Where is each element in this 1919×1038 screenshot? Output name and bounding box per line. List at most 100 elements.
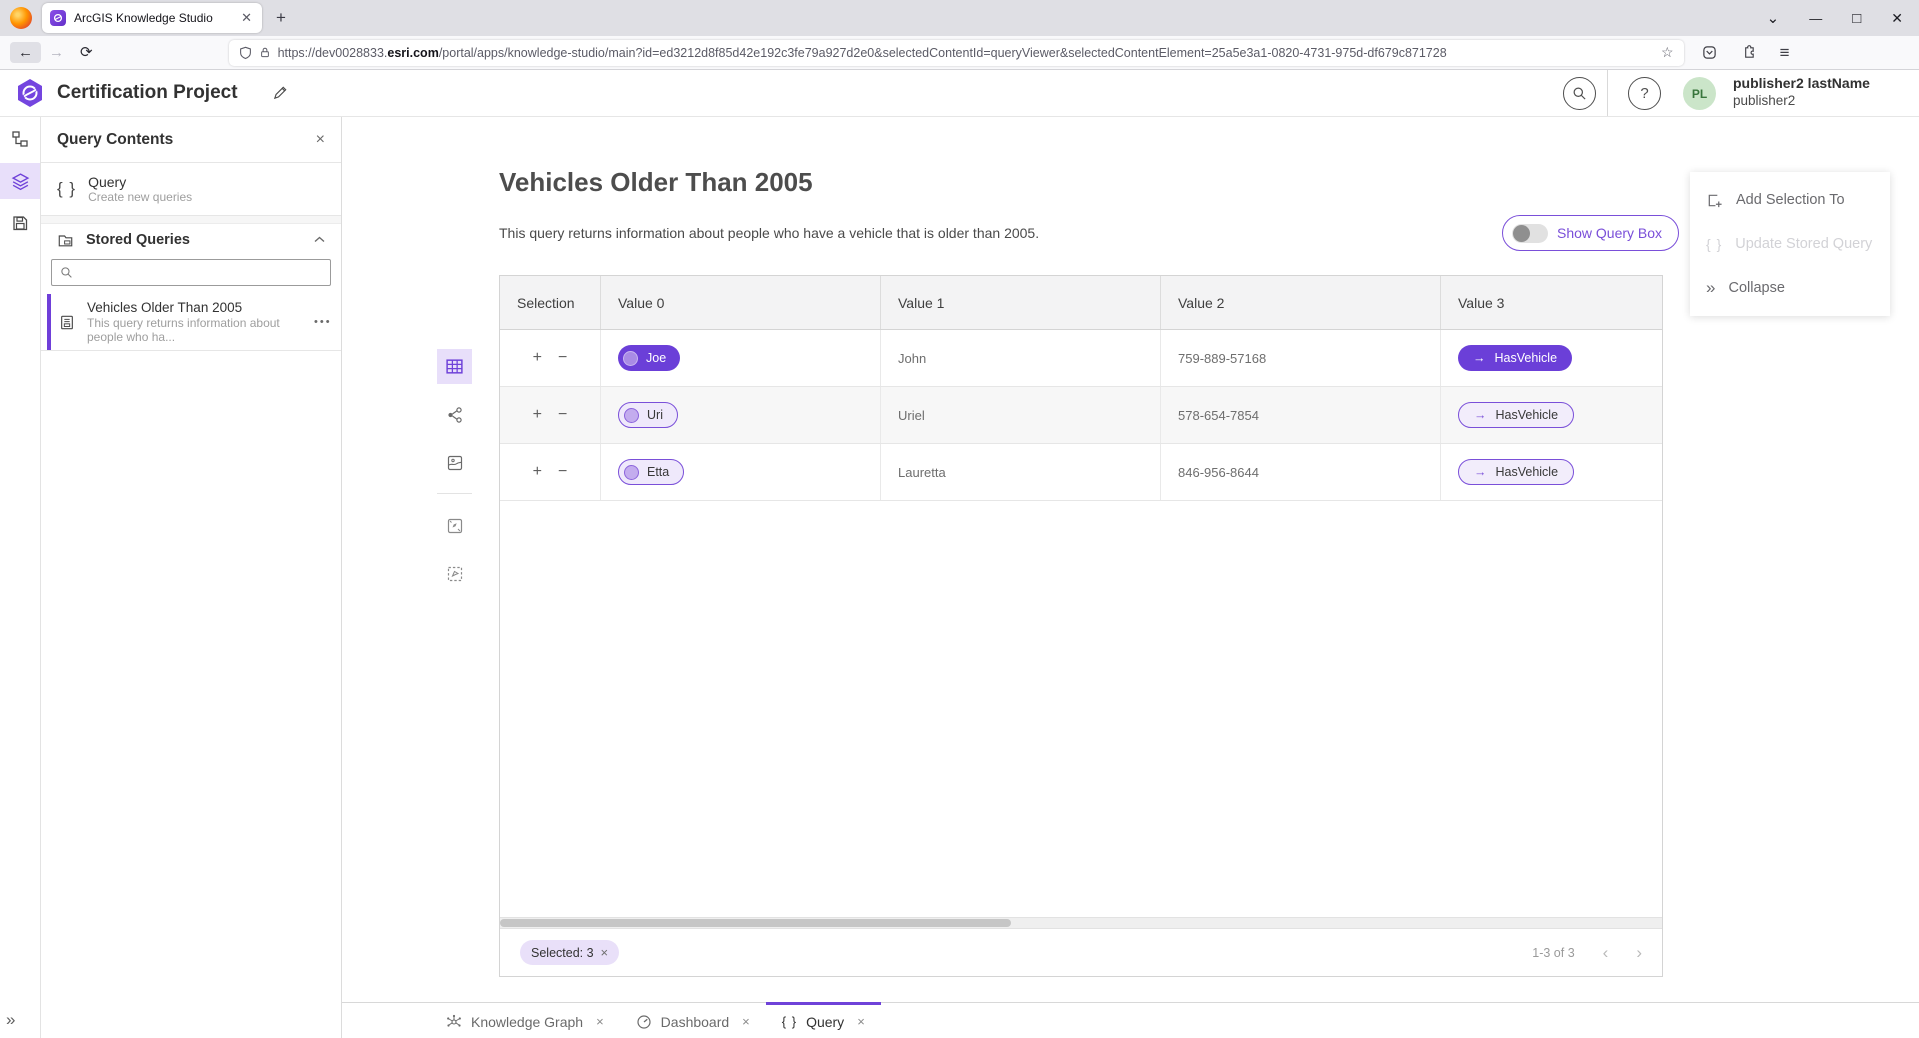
shield-icon[interactable] (239, 46, 252, 60)
tab-label: Dashboard (661, 1014, 730, 1030)
expand-rail-icon[interactable]: » (6, 1010, 15, 1030)
view-tabbar: Knowledge Graph × Dashboard × { } Query … (342, 1002, 1919, 1038)
table-header-row: Selection Value 0 Value 1 Value 2 Value … (500, 276, 1662, 330)
map-view-button[interactable] (437, 445, 472, 480)
help-button[interactable]: ? (1628, 77, 1661, 110)
toggle-switch[interactable] (1512, 224, 1548, 243)
lock-icon[interactable] (259, 46, 271, 59)
new-map-view-button[interactable] (437, 508, 472, 543)
relationship-pill[interactable]: →HasVehicle (1458, 402, 1574, 428)
maximize-icon[interactable]: □ (1852, 10, 1861, 27)
browser-toolbar: ← → ⟳ https://dev0028833.esri.com/portal… (0, 36, 1919, 70)
ellipsis-menu-icon[interactable]: ••• (314, 316, 332, 328)
braces-icon: { } (1706, 236, 1722, 252)
cell-value: 578-654-7854 (1161, 387, 1441, 443)
user-name: publisher2 lastName (1733, 75, 1870, 92)
cell-value: 759-889-57168 (1161, 330, 1441, 386)
tab-knowledge-graph[interactable]: Knowledge Graph × (430, 1002, 620, 1038)
relationship-pill[interactable]: →HasVehicle (1458, 345, 1572, 371)
tab-close-icon[interactable]: × (596, 1014, 604, 1029)
user-menu[interactable]: publisher2 lastName publisher2 (1733, 75, 1870, 109)
stored-queries-header[interactable]: Stored Queries (41, 224, 341, 255)
stored-query-description: This query returns information about peo… (87, 316, 302, 344)
add-to-selection-icon[interactable]: + (533, 407, 542, 423)
entity-pill[interactable]: Etta (618, 459, 684, 485)
window-close-icon[interactable]: ✕ (1891, 10, 1903, 27)
arrow-right-icon: → (1474, 465, 1487, 479)
scrollbar-thumb[interactable] (500, 919, 1011, 927)
column-header: Selection (500, 276, 601, 329)
show-query-box-label: Show Query Box (1557, 225, 1662, 241)
menu-item-add-selection-to[interactable]: Add Selection To (1690, 178, 1890, 222)
hamburger-menu-icon[interactable]: ≡ (1780, 43, 1790, 63)
list-tabs-icon[interactable]: ⌄ (1767, 9, 1780, 27)
page-title: Vehicles Older Than 2005 (499, 167, 813, 198)
tab-close-icon[interactable]: × (742, 1014, 750, 1029)
pagination-label: 1-3 of 3 (1532, 946, 1574, 960)
forward-button[interactable]: → (41, 42, 72, 63)
tab-close-icon[interactable]: × (857, 1014, 865, 1029)
previous-page-icon[interactable]: ‹ (1603, 944, 1609, 961)
bookmark-star-icon[interactable]: ☆ (1661, 44, 1674, 61)
section-gap (41, 216, 341, 224)
reload-button[interactable]: ⟳ (72, 42, 101, 63)
braces-icon: { } (782, 1014, 797, 1029)
pocket-icon[interactable] (1702, 45, 1717, 60)
add-to-selection-icon[interactable]: + (533, 464, 542, 480)
search-input[interactable] (79, 266, 322, 280)
next-page-icon[interactable]: › (1636, 944, 1642, 961)
edit-title-icon[interactable] (272, 84, 289, 101)
show-query-box-toggle[interactable]: Show Query Box (1502, 215, 1679, 251)
tab-dashboard[interactable]: Dashboard × (620, 1002, 766, 1038)
arcgis-app-icon (50, 10, 66, 26)
new-tab-button[interactable]: + (276, 8, 286, 28)
stored-queries-title: Stored Queries (86, 232, 302, 248)
query-item-title: Query (88, 174, 192, 190)
relationship-pill[interactable]: →HasVehicle (1458, 459, 1574, 485)
panel-close-icon[interactable]: × (316, 131, 325, 149)
user-avatar[interactable]: PL (1683, 77, 1716, 110)
menu-item-update-stored-query: { } Update Stored Query (1690, 222, 1890, 266)
menu-item-collapse[interactable]: » Collapse (1690, 266, 1890, 310)
stored-queries-search[interactable] (51, 259, 331, 286)
tab-label: Knowledge Graph (471, 1014, 583, 1030)
link-chart-view-button[interactable] (437, 397, 472, 432)
table-view-button[interactable] (437, 349, 472, 384)
back-button[interactable]: ← (10, 42, 41, 63)
url-bar[interactable]: https://dev0028833.esri.com/portal/apps/… (229, 40, 1684, 66)
browser-tab-title: ArcGIS Knowledge Studio (74, 11, 231, 25)
sidebar-item-contents-layers[interactable] (0, 163, 40, 199)
clear-selection-icon[interactable]: × (601, 945, 609, 960)
firefox-icon[interactable] (10, 7, 32, 29)
entity-pill[interactable]: Uri (618, 402, 678, 428)
tab-label: Query (806, 1014, 844, 1030)
tab-close-icon[interactable]: ✕ (239, 10, 254, 26)
extensions-puzzle-icon[interactable] (1741, 45, 1756, 60)
entity-dot-icon (624, 465, 639, 480)
header-search-button[interactable] (1563, 77, 1596, 110)
remove-from-selection-icon[interactable]: − (558, 407, 567, 423)
column-header: Value 1 (881, 276, 1161, 329)
arrow-right-icon: → (1473, 351, 1486, 365)
url-text[interactable]: https://dev0028833.esri.com/portal/apps/… (278, 46, 1654, 60)
add-to-selection-icon[interactable]: + (533, 350, 542, 366)
tab-query[interactable]: { } Query × (766, 1002, 881, 1038)
query-item-subtitle: Create new queries (88, 190, 192, 205)
selected-count-chip[interactable]: Selected: 3 × (520, 940, 619, 965)
braces-icon: { } (57, 179, 76, 199)
browser-tab[interactable]: ArcGIS Knowledge Studio ✕ (42, 3, 262, 33)
minimize-icon[interactable]: — (1809, 11, 1822, 26)
selection-tool-button[interactable] (437, 556, 472, 591)
table-row: + − Uri Uriel 578-654-7854 →HasVehicle (500, 387, 1662, 444)
stored-query-item[interactable]: Vehicles Older Than 2005 This query retu… (41, 294, 341, 351)
horizontal-scrollbar[interactable] (500, 917, 1662, 928)
entity-pill[interactable]: Joe (618, 345, 680, 371)
query-create-item[interactable]: { } Query Create new queries (41, 163, 341, 216)
remove-from-selection-icon[interactable]: − (558, 350, 567, 366)
chevron-up-icon[interactable] (314, 236, 325, 243)
screen: ArcGIS Knowledge Studio ✕ + ⌄ — □ ✕ ← → … (0, 0, 1919, 1038)
remove-from-selection-icon[interactable]: − (558, 464, 567, 480)
column-header: Value 2 (1161, 276, 1441, 329)
sidebar-item-link-chart[interactable] (0, 121, 40, 157)
sidebar-item-save[interactable] (0, 205, 40, 241)
